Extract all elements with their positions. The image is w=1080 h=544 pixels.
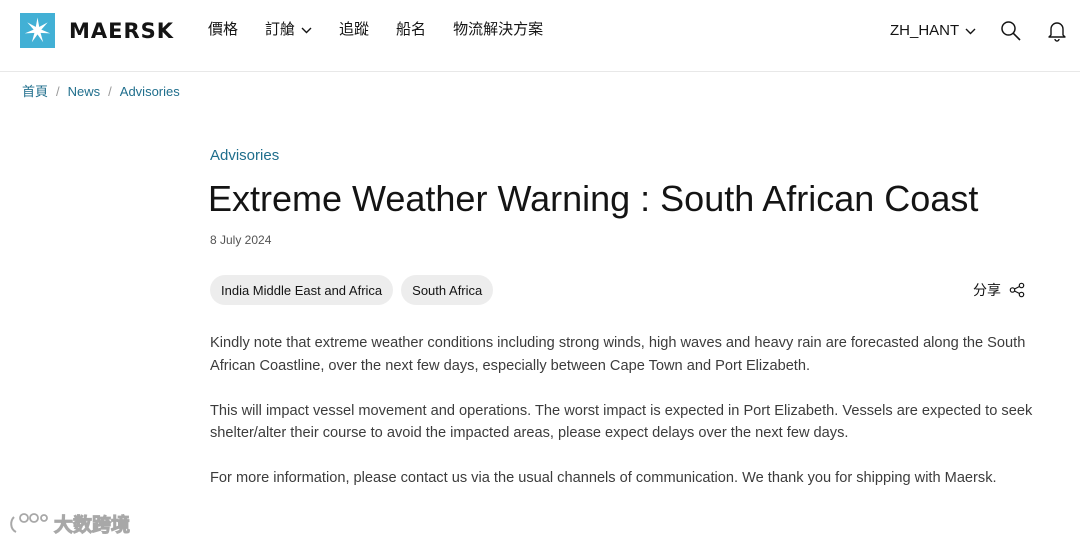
search-icon [1001,21,1021,41]
chevron-down-icon [965,28,976,34]
article-date: 8 July 2024 [210,233,272,247]
language-selector[interactable]: ZH_HANT [890,21,976,41]
share-label: 分享 [973,282,1001,298]
nav-item-tracking[interactable]: 追蹤 [339,20,369,40]
breadcrumb: 首頁 / News / Advisories [22,83,180,101]
breadcrumb-advisories[interactable]: Advisories [120,83,180,101]
nav-item-logistics[interactable]: 物流解決方案 [453,20,543,40]
breadcrumb-news[interactable]: News [68,83,101,101]
breadcrumb-separator: / [56,84,60,99]
notifications-button[interactable] [1047,20,1067,47]
nav-item-pricing[interactable]: 價格 [208,20,238,40]
chevron-down-icon [301,27,312,33]
site-header: MAERSK 價格 訂艙 追蹤 船名 物流解決方案 ZH_HANT [0,0,1080,72]
tag-region[interactable]: India Middle East and Africa [210,275,394,305]
article-paragraph: This will impact vessel movement and ope… [210,402,1033,442]
main-nav: 價格 訂艙 追蹤 船名 物流解決方案 [208,20,570,40]
article-paragraph: Kindly note that extreme weather conditi… [210,335,1026,374]
nav-item-booking[interactable]: 訂艙 [265,20,312,40]
share-icon [1009,282,1025,298]
share-button[interactable]: 分享 [973,281,1025,299]
article-body: Kindly note that extreme weather conditi… [210,332,1040,512]
breadcrumb-separator: / [108,84,112,99]
article-tags: India Middle East and Africa South Afric… [210,275,501,305]
bell-icon [1048,22,1066,42]
maersk-logo[interactable]: MAERSK [20,13,174,48]
watermark: 大数跨境 [8,510,131,537]
article-title: Extreme Weather Warning : South African … [208,178,979,219]
nav-item-label: 船名 [396,21,427,38]
language-label: ZH_HANT [890,22,960,39]
logo-wordmark: MAERSK [69,18,175,43]
breadcrumb-home[interactable]: 首頁 [22,83,48,101]
nav-item-label: 物流解決方案 [453,21,544,38]
article-category[interactable]: Advisories [210,146,279,166]
article-paragraph: For more information, please contact us … [210,470,997,486]
nav-item-label: 追蹤 [339,21,370,38]
star-icon [20,13,55,48]
nav-item-label: 價格 [208,21,239,38]
nav-item-vessels[interactable]: 船名 [396,20,426,40]
tag-country[interactable]: South Africa [401,275,494,305]
watermark-logo-icon [10,512,48,533]
nav-item-label: 訂艙 [265,21,296,38]
search-button[interactable] [1000,20,1022,47]
watermark-text: 大数跨境 [53,514,131,537]
